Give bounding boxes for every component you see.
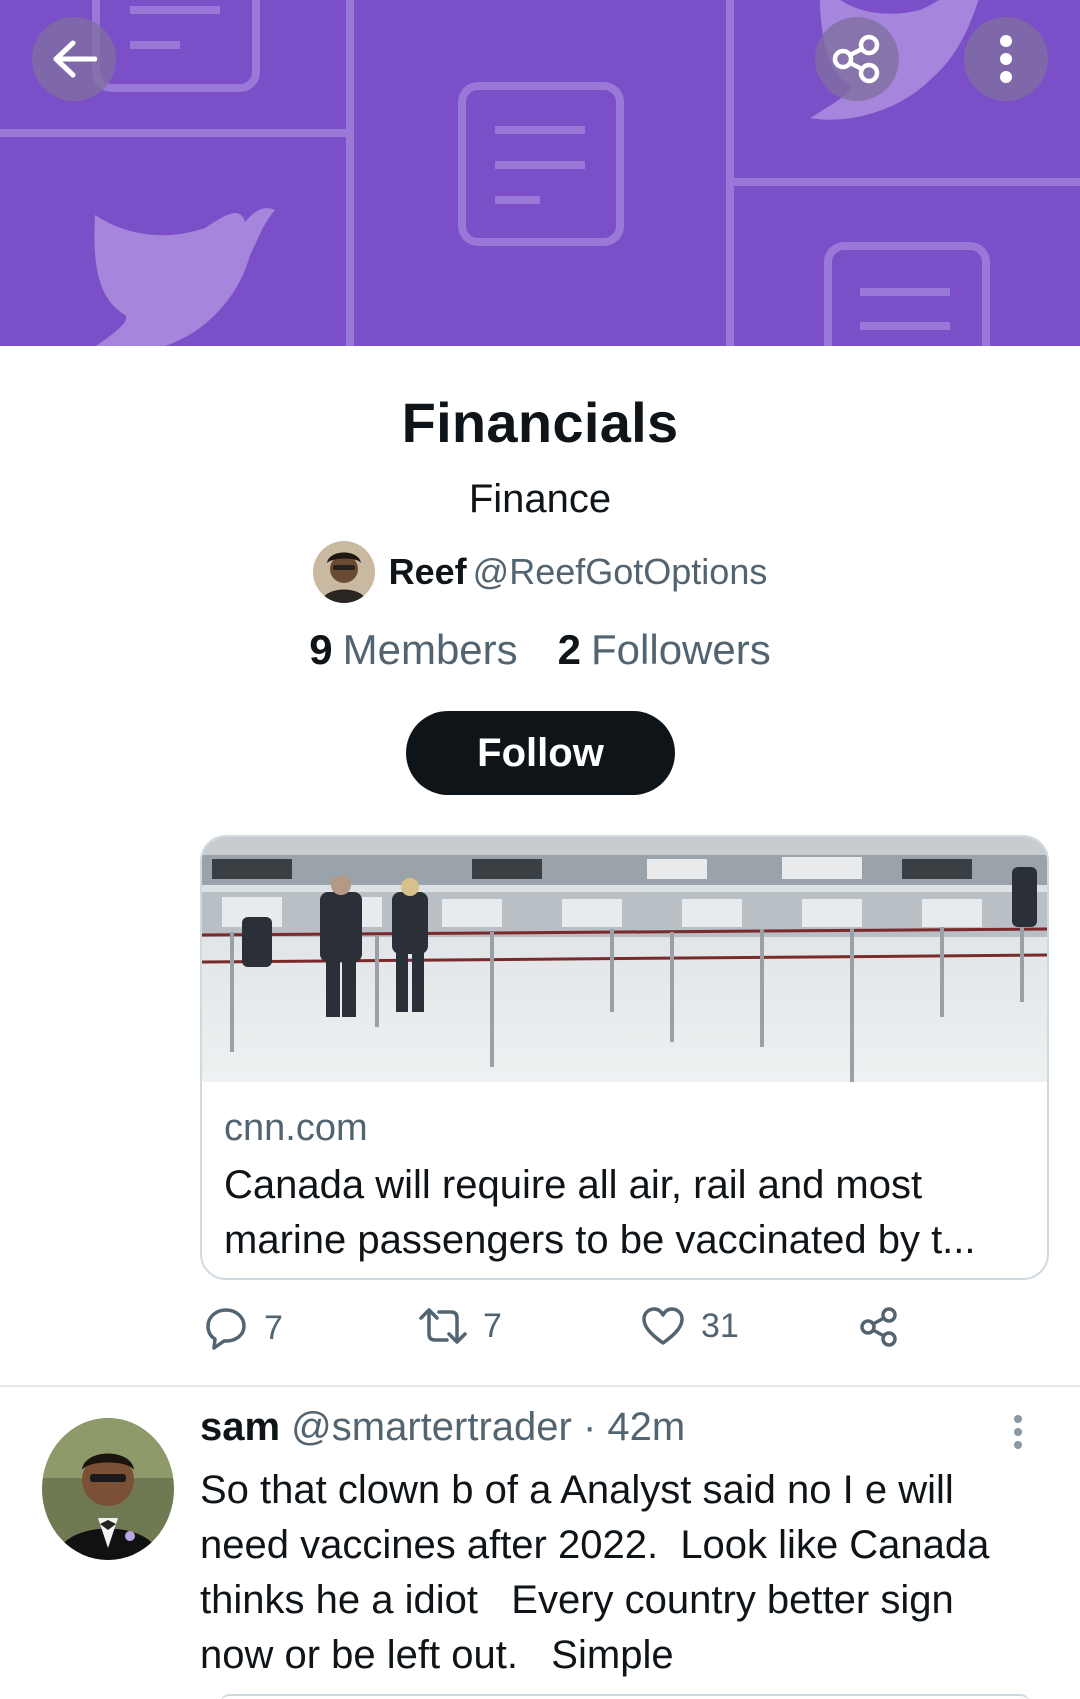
embedded-card-edge xyxy=(220,1694,1030,1699)
list-title: Financials xyxy=(401,391,679,454)
tweet-header: sam @smartertrader · 42m xyxy=(200,1405,685,1450)
like-icon xyxy=(642,1307,684,1345)
retweet-count: 7 xyxy=(483,1306,502,1345)
members-stat[interactable]: 9 Members xyxy=(309,626,517,674)
list-topic: Finance xyxy=(468,477,612,521)
list-stats: 9 Members 2 Followers xyxy=(0,626,1080,674)
retweet-button[interactable]: 7 xyxy=(419,1306,502,1346)
like-button[interactable]: 31 xyxy=(641,1306,739,1346)
tweet-text-line: need vaccines after 2022. Look like Cana… xyxy=(200,1523,990,1567)
link-card[interactable]: cnn.com Canada will require all air, rai… xyxy=(200,835,1049,1280)
members-label: Members xyxy=(342,626,518,673)
owner-handle[interactable]: @ReefGotOptions xyxy=(473,551,768,593)
like-count: 31 xyxy=(701,1306,739,1345)
back-button[interactable] xyxy=(32,17,116,101)
card-domain: cnn.com xyxy=(224,1107,368,1149)
owner-avatar[interactable] xyxy=(312,541,375,603)
card-body: cnn.com Canada will require all air, rai… xyxy=(224,1107,1027,1268)
list-banner xyxy=(0,0,1080,346)
banner-pattern xyxy=(0,0,1080,346)
tweet-text-line: So that clown b of a Analyst said no I e… xyxy=(200,1468,954,1512)
card-title-line-1: Canada will require all air, rail and mo… xyxy=(224,1163,923,1207)
follow-button[interactable]: Follow xyxy=(406,711,675,795)
more-vertical-icon xyxy=(1000,35,1012,83)
share-icon xyxy=(832,34,880,84)
share-button[interactable] xyxy=(815,17,899,101)
followers-count: 2 xyxy=(557,626,582,673)
card-image xyxy=(202,837,1047,1082)
followers-label: Followers xyxy=(591,626,771,673)
more-vertical-icon xyxy=(1014,1415,1022,1449)
tweet-actions: 7 7 31 xyxy=(204,1306,924,1362)
share-icon xyxy=(860,1307,897,1347)
share-tweet-button[interactable] xyxy=(858,1306,916,1348)
followers-stat[interactable]: 2 Followers xyxy=(558,626,771,674)
card-title-line-2: marine passengers to be vaccinated by t.… xyxy=(224,1218,976,1262)
more-options-button[interactable] xyxy=(964,17,1048,101)
tweet-text: So that clown b of a Analyst said no I e… xyxy=(200,1463,1060,1683)
retweet-icon xyxy=(419,1308,467,1344)
reply-count: 7 xyxy=(264,1308,283,1347)
reply-icon xyxy=(206,1308,246,1350)
tweet-text-line: now or be left out. Simple xyxy=(200,1633,674,1677)
tweet-author-name[interactable]: sam xyxy=(200,1405,280,1449)
list-owner[interactable]: Reef @ReefGotOptions xyxy=(0,540,1080,604)
owner-name[interactable]: Reef xyxy=(389,551,467,593)
members-count: 9 xyxy=(309,626,333,673)
tweet-text-line: thinks he a idiot Every country better s… xyxy=(200,1578,954,1622)
tweet-divider xyxy=(0,1385,1080,1387)
arrow-left-icon xyxy=(53,40,97,78)
reply-button[interactable]: 7 xyxy=(204,1306,283,1350)
tweet-handle-time[interactable]: @smartertrader · 42m xyxy=(280,1405,685,1449)
tweet-more-button[interactable] xyxy=(1012,1414,1024,1455)
avatar[interactable] xyxy=(42,1418,174,1560)
